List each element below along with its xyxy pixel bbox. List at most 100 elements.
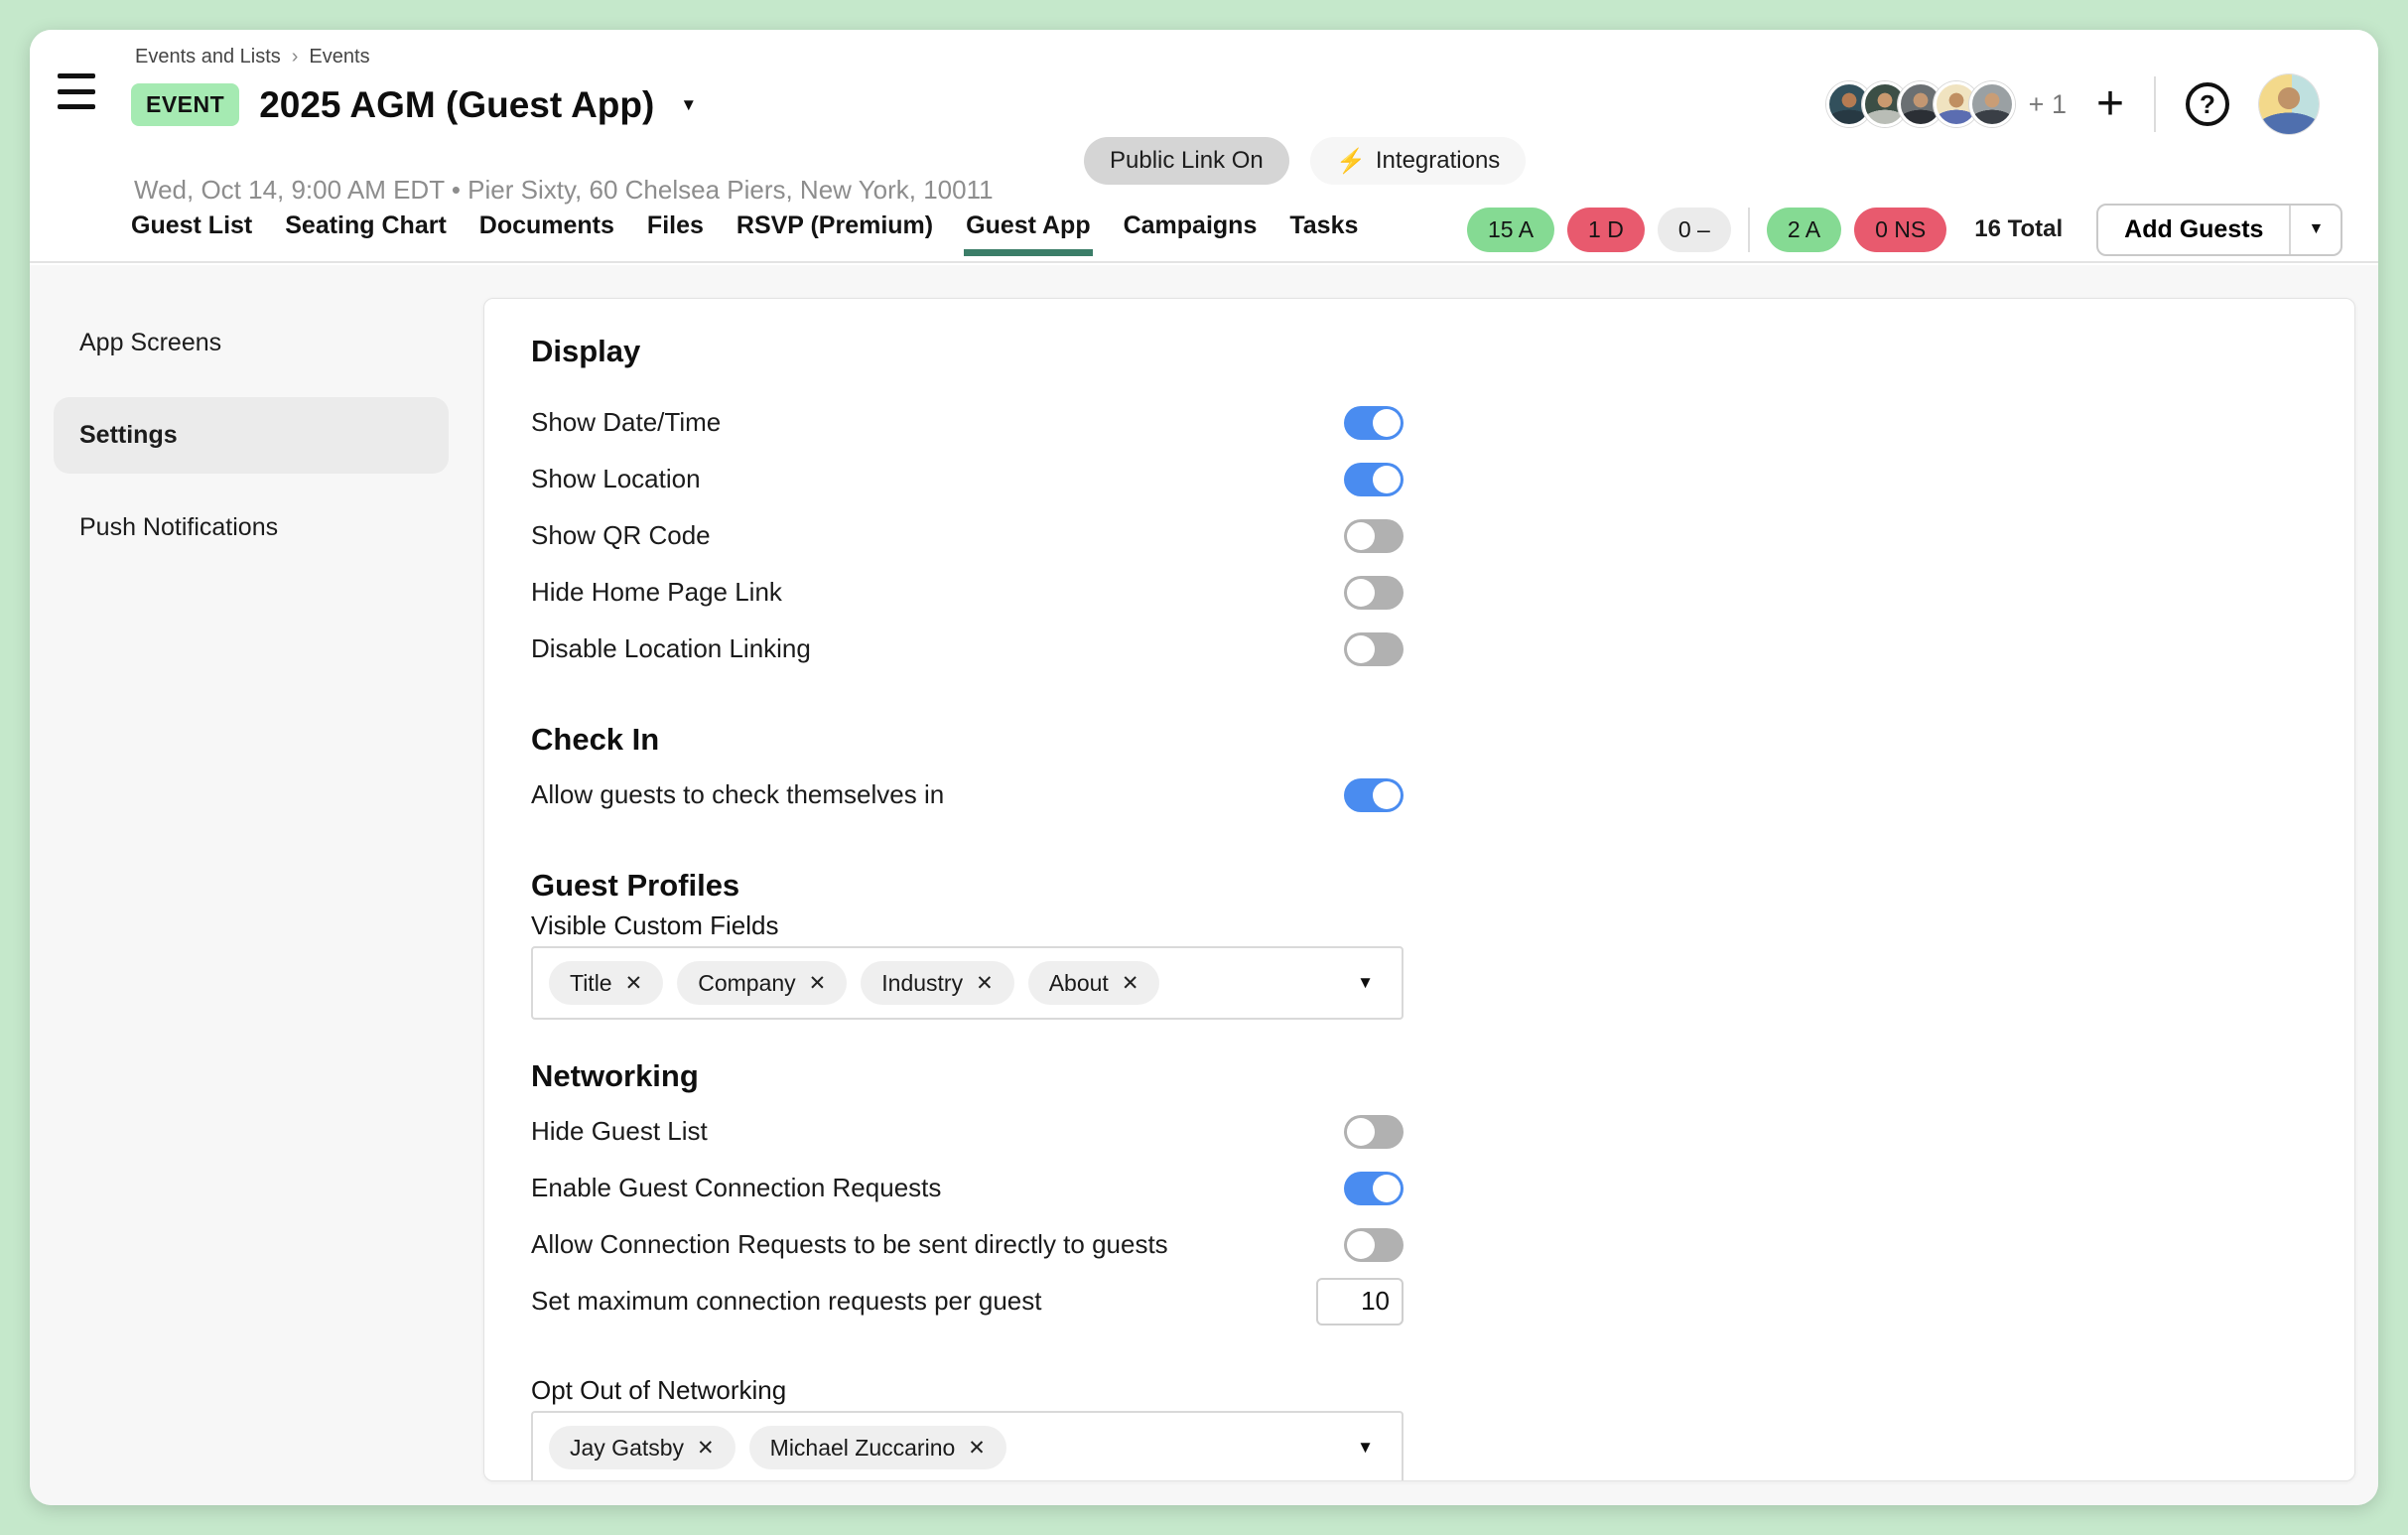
settings-sidebar: App Screens Settings Push Notifications — [54, 305, 449, 566]
setting-row-allow-guests-to-check-themselves-in: Allow guests to check themselves in — [531, 767, 1404, 823]
tab-seating-chart[interactable]: Seating Chart — [285, 201, 447, 250]
help-icon[interactable]: ? — [2186, 82, 2229, 126]
chip-industry[interactable]: Industry ✕ — [861, 961, 1013, 1005]
add-guests-caret-icon[interactable]: ▼ — [2289, 206, 2341, 254]
add-guests-split-button: Add Guests ▼ — [2096, 204, 2342, 256]
chip-title[interactable]: Title ✕ — [549, 961, 663, 1005]
toggle-allow-guests-to-check-themselves-in[interactable] — [1344, 778, 1404, 812]
setting-label: Allow guests to check themselves in — [531, 779, 944, 810]
tab-guest-list[interactable]: Guest List — [131, 201, 252, 250]
max-connection-requests-label: Set maximum connection requests per gues… — [531, 1286, 1041, 1317]
title-dropdown-caret-icon[interactable]: ▼ — [680, 95, 697, 115]
setting-label: Show Location — [531, 464, 701, 494]
counter-0-ns[interactable]: 0 NS — [1854, 208, 1946, 252]
toggle-knob — [1373, 466, 1401, 493]
sidebar-item-app-screens[interactable]: App Screens — [54, 305, 449, 381]
public-link-toggle-pill[interactable]: Public Link On — [1084, 137, 1289, 185]
chip-label: Title — [570, 970, 612, 997]
content-area: App Screens Settings Push Notifications Di… — [30, 265, 2378, 1505]
tab-files[interactable]: Files — [647, 201, 704, 250]
setting-row-disable-location-linking: Disable Location Linking — [531, 621, 1404, 677]
tab-documents[interactable]: Documents — [479, 201, 614, 250]
setting-row-show-date-time: Show Date/Time — [531, 394, 1404, 451]
toggle-show-date-time[interactable] — [1344, 406, 1404, 440]
toggle-knob — [1347, 1118, 1375, 1146]
toggle-knob — [1347, 1231, 1375, 1259]
guest-profiles-heading: Guest Profiles — [531, 867, 1404, 905]
breadcrumb-events-and-lists[interactable]: Events and Lists — [135, 46, 281, 69]
chevron-down-icon[interactable]: ▼ — [1357, 1438, 1374, 1458]
check-in-section: Check In Allow guests to check themselve… — [531, 721, 1404, 823]
display-section: Display Show Date/Time Show Location Show … — [531, 333, 1404, 677]
toggle-knob — [1347, 635, 1375, 663]
setting-row-show-qr-code: Show QR Code — [531, 507, 1404, 564]
visible-custom-fields-select[interactable]: Title✕Company✕Industry✕About✕▼ — [531, 946, 1404, 1020]
app-header: Events and Lists › Events EVENT 2025 AGM… — [30, 30, 2378, 263]
user-profile-avatar[interactable] — [2259, 74, 2319, 134]
chip-about[interactable]: About ✕ — [1028, 961, 1160, 1005]
toggle-knob — [1373, 1175, 1401, 1202]
setting-label: Hide Home Page Link — [531, 577, 782, 608]
toggle-disable-location-linking[interactable] — [1344, 632, 1404, 666]
remove-icon[interactable]: ✕ — [625, 971, 643, 996]
counter-group-divider — [1748, 208, 1750, 252]
chip-label: About — [1049, 970, 1109, 997]
max-connection-requests-input[interactable] — [1316, 1278, 1404, 1326]
networking-section: Networking Hide Guest ListEnable Guest C… — [531, 1057, 1404, 1329]
chip-michael-zuccarino[interactable]: Michael Zuccarino✕ — [749, 1426, 1006, 1469]
visible-custom-fields-label: Visible Custom Fields — [531, 908, 1404, 942]
add-collaborator-button[interactable]: + — [2096, 80, 2124, 128]
toggle-hide-guest-list[interactable] — [1344, 1115, 1404, 1149]
integrations-pill[interactable]: ⚡ Integrations — [1310, 137, 1526, 185]
counter-15-a[interactable]: 15 A — [1467, 208, 1554, 252]
tab-guest-app[interactable]: Guest App — [966, 201, 1090, 250]
remove-icon[interactable]: ✕ — [968, 1436, 986, 1461]
chip-label: Industry — [881, 970, 963, 997]
setting-label: Allow Connection Requests to be sent dir… — [531, 1229, 1168, 1260]
check-in-toggle-rows: Allow guests to check themselves in — [531, 767, 1404, 823]
lightning-icon: ⚡ — [1336, 147, 1366, 176]
display-heading: Display — [531, 333, 1404, 370]
counter-pills: 15 A 1 D 0 – 2 A 0 NS — [1467, 208, 1946, 252]
opt-out-section: Opt Out of Networking Jay Gatsby✕Michael… — [531, 1373, 1404, 1481]
avatar-5[interactable] — [1969, 81, 2015, 127]
counter-2-a[interactable]: 2 A — [1767, 208, 1841, 252]
guest-profiles-section: Guest Profiles Visible Custom Fields Tit… — [531, 867, 1404, 1020]
toggle-knob — [1373, 409, 1401, 437]
toggle-show-location[interactable] — [1344, 463, 1404, 496]
tab-campaigns[interactable]: Campaigns — [1124, 201, 1258, 250]
public-link-label: Public Link On — [1110, 147, 1264, 175]
sidebar-item-push-notifications[interactable]: Push Notifications — [54, 489, 449, 566]
sidebar-item-settings[interactable]: Settings — [54, 397, 449, 474]
chevron-right-icon: › — [292, 46, 299, 69]
setting-label: Show QR Code — [531, 520, 711, 551]
breadcrumb: Events and Lists › Events — [135, 46, 370, 69]
tab-rsvp-premium[interactable]: RSVP (Premium) — [736, 201, 933, 250]
remove-icon[interactable]: ✕ — [809, 971, 827, 996]
breadcrumb-events[interactable]: Events — [309, 46, 369, 69]
toggle-show-qr-code[interactable] — [1344, 519, 1404, 553]
opt-out-networking-select[interactable]: Jay Gatsby✕ Michael Zuccarino✕ ▼ — [531, 1411, 1404, 1481]
tab-tasks[interactable]: Tasks — [1289, 201, 1358, 250]
remove-icon[interactable]: ✕ — [697, 1436, 715, 1461]
chip-company[interactable]: Company✕ — [677, 961, 847, 1005]
menu-icon[interactable] — [58, 73, 97, 109]
setting-label: Enable Guest Connection Requests — [531, 1173, 941, 1203]
toggle-hide-home-page-link[interactable] — [1344, 576, 1404, 610]
toggle-knob — [1373, 781, 1401, 809]
app-window: Events and Lists › Events EVENT 2025 AGM… — [30, 30, 2378, 1505]
counter-1-d[interactable]: 1 D — [1567, 208, 1645, 252]
remove-icon[interactable]: ✕ — [976, 971, 994, 996]
setting-row-show-location: Show Location — [531, 451, 1404, 507]
setting-label: Disable Location Linking — [531, 633, 811, 664]
setting-row-hide-guest-list: Hide Guest List — [531, 1103, 1404, 1160]
toggle-enable-guest-connection-requests[interactable] — [1344, 1172, 1404, 1205]
counter-0[interactable]: 0 – — [1658, 208, 1731, 252]
add-guests-button[interactable]: Add Guests — [2098, 206, 2289, 254]
remove-icon[interactable]: ✕ — [1122, 971, 1139, 996]
header-actions: + 1 + ? — [1826, 70, 2319, 139]
chip-jay-gatsby[interactable]: Jay Gatsby✕ — [549, 1426, 736, 1469]
toggle-allow-connection-requests-to-be-sent-directly-to-guests[interactable] — [1344, 1228, 1404, 1262]
chevron-down-icon[interactable]: ▼ — [1357, 973, 1374, 993]
desktop-background: { "header": { "breadcrumb": ["Events and… — [0, 0, 2408, 1535]
